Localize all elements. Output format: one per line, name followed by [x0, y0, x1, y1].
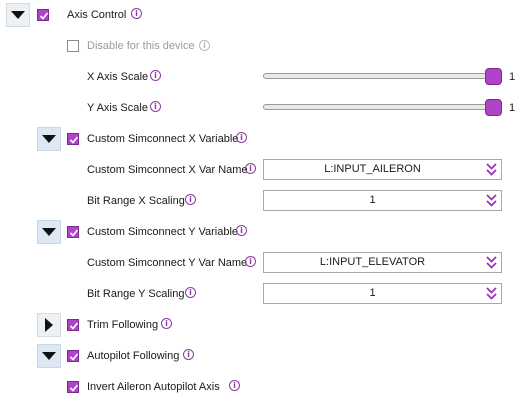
custom-y-checkbox[interactable] — [67, 226, 79, 238]
invert-aileron-label: Invert Aileron Autopilot Axis — [87, 381, 220, 393]
custom-y-label: Custom Simconnect Y Variable — [87, 226, 239, 238]
custom-y-var-name-label: Custom Simconnect Y Var Name — [87, 257, 248, 269]
info-icon: i — [150, 101, 161, 112]
y-axis-scale-slider-track[interactable] — [263, 104, 500, 110]
info-icon: i — [150, 70, 161, 81]
triangle-down-icon — [42, 135, 56, 143]
info-icon: i — [161, 318, 172, 329]
info-icon: i — [245, 163, 256, 174]
custom-x-checkbox[interactable] — [67, 133, 79, 145]
bit-range-y-label: Bit Range Y Scaling — [87, 288, 185, 300]
info-icon: i — [236, 132, 247, 143]
y-axis-scale-value: 1 — [509, 102, 515, 114]
x-axis-scale-slider-track[interactable] — [263, 73, 500, 79]
x-axis-scale-slider-handle[interactable] — [485, 68, 502, 85]
info-icon: i — [199, 40, 210, 51]
double-chevron-icon[interactable] — [482, 284, 501, 303]
bit-range-x-label: Bit Range X Scaling — [87, 195, 185, 207]
autopilot-following-checkbox[interactable] — [67, 350, 79, 362]
autopilot-following-toggle[interactable] — [37, 344, 61, 368]
info-icon: i — [236, 225, 247, 236]
triangle-down-icon — [42, 352, 56, 360]
trim-following-toggle[interactable] — [37, 313, 61, 337]
invert-aileron-checkbox[interactable] — [67, 381, 79, 393]
axis-control-toggle[interactable] — [6, 3, 30, 27]
check-icon — [69, 229, 79, 237]
bit-range-y-value: 1 — [369, 287, 376, 299]
custom-x-toggle[interactable] — [37, 127, 61, 151]
disable-device-checkbox[interactable] — [67, 40, 79, 52]
custom-y-toggle[interactable] — [37, 220, 61, 244]
x-axis-scale-value: 1 — [509, 71, 515, 83]
check-icon — [69, 353, 79, 361]
x-axis-scale-label: X Axis Scale — [87, 71, 149, 83]
info-icon: i — [185, 194, 196, 205]
custom-y-var-name-field[interactable]: L:INPUT_ELEVATOR — [263, 252, 502, 273]
info-icon: i — [185, 287, 196, 298]
check-icon — [69, 384, 79, 392]
axis-control-label: Axis Control — [67, 9, 127, 21]
check-icon — [69, 322, 79, 330]
info-icon: i — [183, 349, 194, 360]
custom-x-var-name-field[interactable]: L:INPUT_AILERON — [263, 159, 502, 180]
info-icon: i — [131, 8, 142, 19]
bit-range-x-spinbox[interactable]: 1 — [263, 190, 502, 211]
triangle-down-icon — [11, 11, 25, 19]
custom-x-var-name-value: L:INPUT_AILERON — [324, 163, 421, 175]
y-axis-scale-slider-handle[interactable] — [485, 99, 502, 116]
double-chevron-icon[interactable] — [482, 253, 501, 272]
custom-x-var-name-label: Custom Simconnect X Var Name — [87, 164, 248, 176]
custom-y-var-name-value: L:INPUT_ELEVATOR — [319, 256, 426, 268]
triangle-right-icon — [45, 318, 53, 332]
axis-control-checkbox[interactable] — [37, 9, 49, 21]
info-icon: i — [229, 380, 240, 391]
triangle-down-icon — [42, 228, 56, 236]
trim-following-label: Trim Following — [87, 319, 159, 331]
trim-following-checkbox[interactable] — [67, 319, 79, 331]
bit-range-x-value: 1 — [369, 194, 376, 206]
info-icon: i — [245, 256, 256, 267]
bit-range-y-spinbox[interactable]: 1 — [263, 283, 502, 304]
double-chevron-icon[interactable] — [482, 191, 501, 210]
check-icon — [39, 12, 49, 20]
check-icon — [69, 136, 79, 144]
custom-x-label: Custom Simconnect X Variable — [87, 133, 239, 145]
autopilot-following-label: Autopilot Following — [87, 350, 180, 362]
double-chevron-icon[interactable] — [482, 160, 501, 179]
y-axis-scale-label: Y Axis Scale — [87, 102, 148, 114]
disable-device-label: Disable for this device — [87, 40, 195, 52]
